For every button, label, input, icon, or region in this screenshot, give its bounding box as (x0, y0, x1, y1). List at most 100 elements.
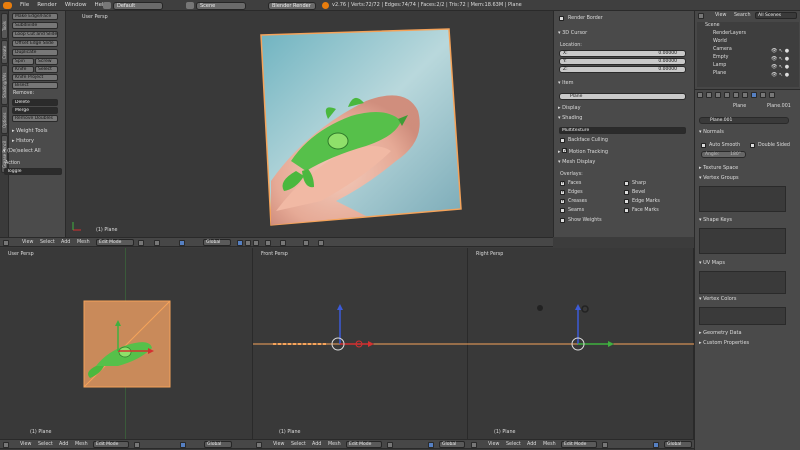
angle-field[interactable]: Angle: 180° (701, 151, 746, 158)
shading-icon[interactable] (602, 442, 608, 448)
knife-project-button[interactable]: Knife Project (12, 74, 58, 81)
orientation-dropdown[interactable]: Global (204, 441, 232, 448)
header-view-menu[interactable]: View (20, 441, 31, 449)
edge-marks-checkbox[interactable] (624, 199, 629, 204)
render-preview-icon[interactable] (318, 240, 324, 246)
header-select-menu[interactable]: Select (291, 441, 306, 449)
knife-select-button[interactable]: Select (35, 66, 58, 73)
manipulator-icon[interactable] (428, 442, 434, 448)
subdivide-button[interactable]: Subdivide (12, 22, 58, 29)
texture-tab-icon[interactable] (769, 92, 775, 98)
menu-window[interactable]: Window (61, 0, 91, 11)
image-plane[interactable] (66, 11, 553, 237)
merge-dropdown[interactable]: Merge (12, 107, 58, 114)
right-view-gizmo[interactable] (468, 248, 694, 439)
cursor-z-field[interactable]: Z: 0.00000 (559, 66, 686, 73)
outliner-item-renderlayers[interactable]: RenderLayers (713, 31, 746, 36)
loop-cut-button[interactable]: Loop Cut and Slide (12, 31, 58, 38)
edges-checkbox[interactable] (560, 189, 565, 195)
bottom-viewport-right[interactable]: Right Persp (1) Plane (468, 248, 694, 439)
shading-icon[interactable] (134, 442, 140, 448)
mode-dropdown[interactable]: Edit Mode (561, 441, 597, 448)
proportional-edit-icon[interactable] (280, 240, 286, 246)
cursor-y-field[interactable]: Y: 0.00000 (559, 58, 686, 65)
face-select-icon[interactable] (253, 240, 259, 246)
bisect-button[interactable]: Bisect (12, 82, 58, 89)
object-tab-icon[interactable] (724, 92, 730, 98)
textured-plane[interactable] (0, 248, 253, 439)
constraints-tab-icon[interactable] (733, 92, 739, 98)
outliner-editor-icon[interactable] (698, 13, 704, 19)
remove-doubles-button[interactable]: Remove Doubles (12, 115, 58, 122)
cursor-x-field[interactable]: X: 0.00000 (559, 50, 686, 57)
outliner-item-plane[interactable]: Plane (713, 71, 726, 76)
face-marks-checkbox[interactable] (624, 208, 629, 213)
operator-panel-header[interactable]: ▾ (De)select All (3, 147, 41, 155)
duplicate-button[interactable]: Duplicate (12, 49, 58, 56)
menu-render[interactable]: Render (33, 0, 61, 11)
outliner-item-empty[interactable]: Empty (713, 55, 728, 60)
display-panel-header[interactable]: ▸ Display (558, 104, 581, 112)
shape-keys-panel-header[interactable]: ▾ Shape Keys (699, 216, 732, 224)
render-tab-icon[interactable] (697, 92, 703, 98)
spin-button[interactable]: Spin (12, 58, 34, 65)
visibility-eye-icon[interactable]: 👁 ↖ ● (771, 56, 789, 62)
bottom-viewport-user[interactable]: User Persp (1) Plane (0, 248, 253, 439)
seams-checkbox[interactable] (560, 208, 565, 213)
manipulator-icon[interactable] (653, 442, 659, 448)
mode-dropdown[interactable]: Edit Mode (93, 441, 129, 448)
3d-cursor-panel-header[interactable]: ▾ 3D Cursor (558, 29, 587, 37)
editor-type-icon[interactable] (3, 240, 9, 246)
screen-layout-icon[interactable] (103, 2, 111, 9)
header-mesh-menu[interactable]: Mesh (543, 441, 556, 449)
header-add-menu[interactable]: Add (61, 239, 70, 247)
auto-smooth-checkbox[interactable] (701, 143, 706, 148)
header-select-menu[interactable]: Select (38, 441, 53, 449)
outliner-item-camera[interactable]: Camera (713, 47, 732, 52)
render-border-checkbox[interactable] (559, 16, 564, 21)
orientation-dropdown[interactable]: Global (439, 441, 465, 448)
material-tab-icon[interactable] (760, 92, 766, 98)
item-name-field[interactable]: Plane (559, 93, 686, 100)
history-panel-header[interactable]: ▸ History (12, 137, 34, 145)
orientation-dropdown[interactable]: Global (664, 441, 692, 448)
custom-properties-panel-header[interactable]: ▸ Custom Properties (699, 339, 749, 347)
visibility-eye-icon[interactable]: 👁 ↖ ● (771, 48, 789, 54)
uv-maps-panel-header[interactable]: ▾ UV Maps (699, 259, 725, 267)
show-weights-checkbox[interactable] (560, 218, 565, 223)
mode-dropdown[interactable]: Edit Mode (96, 239, 134, 246)
layout-dropdown[interactable]: Default (113, 2, 163, 10)
header-view-menu[interactable]: View (22, 239, 33, 247)
outliner-display-dropdown[interactable]: All Scenes (755, 12, 797, 19)
delete-dropdown[interactable]: Delete (12, 99, 58, 106)
outliner-view-menu[interactable]: View (715, 12, 726, 20)
vertex-groups-list[interactable] (699, 186, 786, 212)
tab-shading-uvs[interactable]: Shading/UVs (1, 65, 8, 105)
outliner-item-world[interactable]: World (713, 39, 727, 44)
faces-checkbox[interactable] (560, 180, 565, 186)
world-tab-icon[interactable] (715, 92, 721, 98)
bottom-viewport-front[interactable]: Front Persp (1) Plane (253, 248, 468, 439)
shading-icon[interactable] (138, 240, 144, 246)
editor-type-icon[interactable] (3, 442, 9, 448)
manipulator-icon[interactable] (180, 442, 186, 448)
header-mesh-menu[interactable]: Mesh (75, 441, 88, 449)
motion-tracking-checkbox[interactable] (562, 147, 567, 155)
header-select-menu[interactable]: Select (506, 441, 521, 449)
manipulator-icon[interactable] (179, 240, 185, 246)
vertex-select-icon[interactable] (237, 240, 243, 246)
header-add-menu[interactable]: Add (527, 441, 536, 449)
vertex-groups-panel-header[interactable]: ▾ Vertex Groups (699, 174, 739, 182)
texture-space-panel-header[interactable]: ▸ Texture Space (699, 164, 738, 172)
editor-type-icon[interactable] (471, 442, 477, 448)
scene-tab-icon[interactable] (706, 92, 712, 98)
uv-maps-list[interactable] (699, 271, 786, 294)
header-view-menu[interactable]: View (273, 441, 284, 449)
action-dropdown[interactable]: Toggle (4, 168, 62, 175)
header-add-menu[interactable]: Add (59, 441, 68, 449)
modifiers-tab-icon[interactable] (742, 92, 748, 98)
double-sided-checkbox[interactable] (750, 143, 755, 148)
bevel-checkbox[interactable] (624, 190, 629, 195)
header-view-menu[interactable]: View (488, 441, 499, 449)
item-panel-header[interactable]: ▾ Item (558, 79, 574, 87)
